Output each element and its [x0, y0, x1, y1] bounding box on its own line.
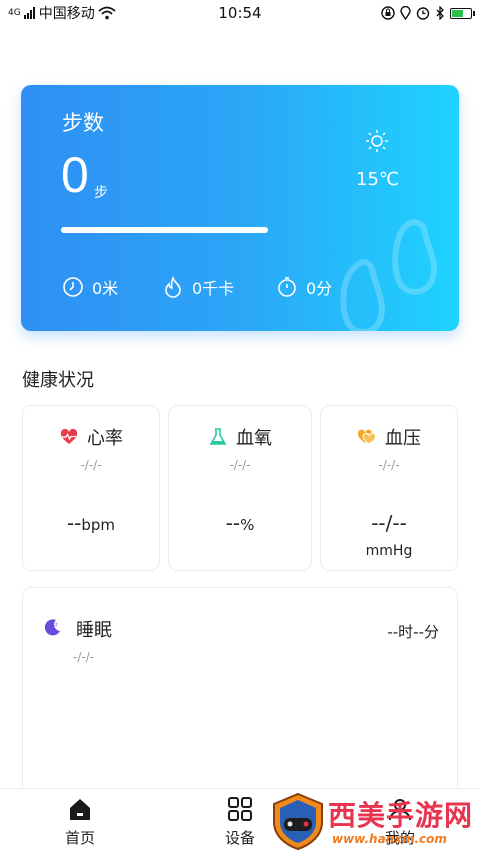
carrier-name: 中国移动 — [38, 6, 95, 22]
heart-rate-unit: bpm — [81, 516, 116, 534]
distance-stat: 0米 — [62, 275, 118, 299]
calories-stat: 0千卡 — [162, 275, 234, 299]
home-icon — [70, 799, 90, 820]
heart-rate-number: -- — [66, 511, 82, 535]
sun-icon — [366, 130, 388, 152]
nav-devices[interactable]: 设备 — [200, 795, 280, 848]
heart-rate-label: 心率 — [87, 428, 123, 449]
blood-pressure-header: 血压 — [321, 424, 457, 450]
wifi-icon — [98, 6, 116, 20]
signal-icon — [23, 7, 35, 19]
calories-value: 0千卡 — [192, 279, 235, 298]
step-unit: 步 — [94, 185, 108, 201]
sleep-card[interactable]: z 睡眠 -/-/- --时--分 — [22, 587, 458, 797]
shield-logo-icon — [273, 792, 323, 850]
distance-icon — [63, 277, 83, 297]
distance-value: 0米 — [92, 279, 119, 298]
nav-devices-label: 设备 — [224, 829, 255, 847]
blood-oxygen-number: -- — [225, 511, 241, 535]
blood-pressure-unit: mmHg — [365, 543, 413, 559]
heart-rate-card[interactable]: 心率 -/-/- --bpm — [22, 405, 160, 571]
moon-icon: z — [44, 619, 60, 636]
blood-oxygen-unit: % — [240, 516, 255, 534]
footprints-icon — [340, 219, 437, 331]
watermark-url: www.hanxm.com — [332, 832, 447, 846]
blood-pressure-value: --/-- — [321, 511, 457, 535]
temperature: 15℃ — [356, 169, 400, 190]
flame-icon — [165, 276, 181, 298]
nav-home-label: 首页 — [64, 829, 95, 847]
health-section-title: 健康状况 — [22, 370, 94, 391]
blood-oxygen-label: 血氧 — [236, 428, 272, 449]
lock-rotation-icon — [381, 6, 395, 20]
battery-icon — [450, 7, 475, 19]
app-screen: 4G 中国移动 10:54 步数 0 步 15℃ 0米 0千卡 0分 健康状况 … — [0, 0, 480, 853]
blood-pressure-date: -/-/- — [378, 458, 400, 472]
network-type: 4G — [8, 7, 21, 18]
blood-pressure-label: 血压 — [385, 428, 421, 449]
blood-pressure-card[interactable]: 血压 -/-/- --/-- mmHg — [320, 405, 458, 571]
battery-level — [452, 9, 463, 17]
flask-icon — [209, 428, 227, 445]
status-bar: 4G 中国移动 10:54 — [0, 0, 480, 26]
alarm-icon — [416, 7, 430, 20]
step-progress-fill — [61, 227, 268, 233]
blood-pressure-number: --/-- — [371, 511, 407, 535]
status-right — [381, 6, 475, 20]
grid-icon — [228, 797, 252, 821]
duration-value: 0分 — [306, 279, 333, 298]
step-count: 0 — [61, 147, 89, 203]
blood-oxygen-date: -/-/- — [229, 458, 251, 472]
sleep-date: -/-/- — [73, 650, 95, 664]
bluetooth-icon — [436, 6, 444, 20]
duration-stat: 0分 — [276, 275, 332, 299]
step-progress-bar — [61, 227, 268, 233]
blood-oxygen-header: 血氧 — [169, 424, 311, 450]
step-card[interactable]: 步数 0 步 15℃ 0米 0千卡 0分 — [21, 85, 459, 331]
step-title: 步数 — [62, 111, 104, 135]
blood-oxygen-card[interactable]: 血氧 -/-/- --% — [168, 405, 312, 571]
heart-rate-header: 心率 — [23, 424, 159, 450]
nav-home[interactable]: 首页 — [40, 795, 120, 848]
heart-icon — [60, 428, 78, 444]
svg-text:z: z — [55, 622, 58, 628]
sleep-label: 睡眠 — [76, 620, 112, 641]
double-heart-icon — [357, 429, 377, 445]
watermark-title: 西美手游网 — [328, 799, 474, 832]
watermark: 西美手游网 www.hanxm.com — [270, 792, 475, 852]
status-left: 4G 中国移动 — [8, 3, 116, 23]
blood-oxygen-value: --% — [169, 511, 311, 535]
location-icon — [400, 6, 411, 20]
sleep-value: --时--分 — [387, 623, 439, 641]
stopwatch-icon — [278, 277, 296, 297]
heart-rate-value: --bpm — [23, 511, 159, 535]
heart-rate-date: -/-/- — [80, 458, 102, 472]
